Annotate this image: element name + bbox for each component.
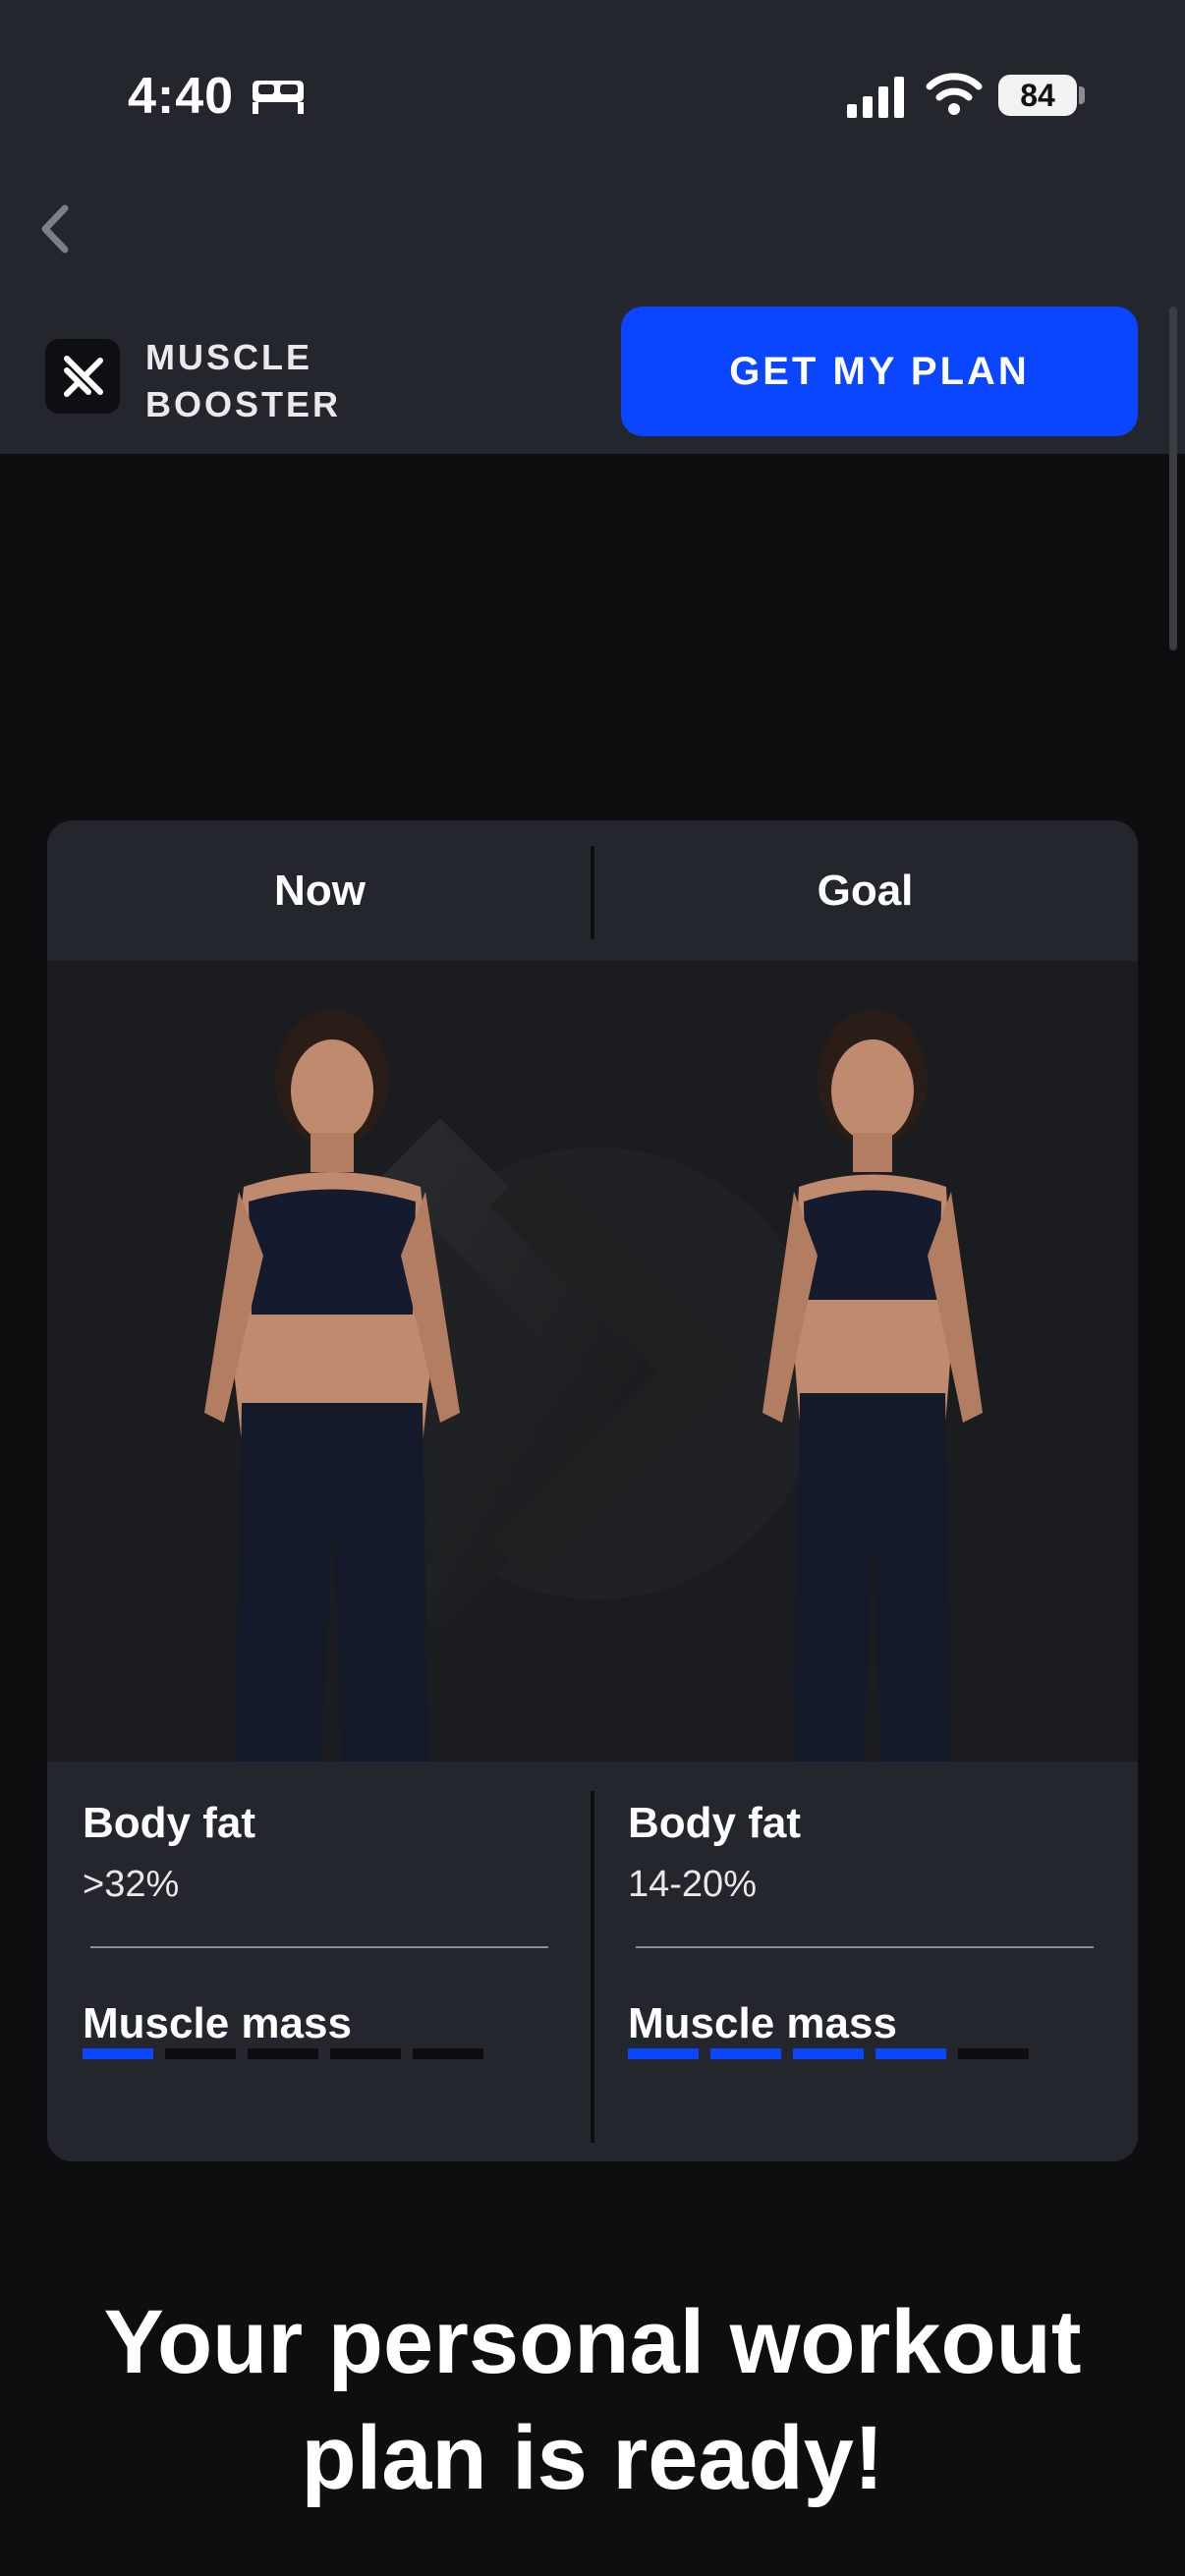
- status-time: 4:40: [128, 68, 235, 125]
- now-label: Now: [274, 866, 366, 915]
- headline-line-2: plan is ready!: [301, 2408, 884, 2508]
- logo-line-1: MUSCLE: [145, 337, 312, 377]
- signal-icon: [847, 77, 904, 118]
- now-figure-image: [204, 1010, 460, 1762]
- now-stat-divider: [90, 1946, 548, 1948]
- get-my-plan-button[interactable]: GET MY PLAN: [621, 307, 1138, 436]
- scrollbar[interactable]: [1169, 307, 1177, 650]
- logo-line-2: BOOSTER: [145, 384, 342, 424]
- goal-stat-divider: [636, 1946, 1094, 1948]
- goal-body-fat-title: Body fat: [628, 1799, 801, 1847]
- back-button[interactable]: [29, 196, 79, 261]
- card-header: Now Goal: [47, 820, 1138, 961]
- logo-text: MUSCLE BOOSTER: [145, 334, 341, 428]
- goal-figure-image: [762, 1010, 983, 1762]
- battery-tip: [1079, 86, 1085, 104]
- now-stats: Body fat >32% Muscle mass: [47, 1762, 592, 2161]
- comparison-card: Now Goal Body fat >32% Muscle mass Body …: [47, 820, 1138, 2161]
- goal-stats: Body fat 14-20% Muscle mass: [592, 1762, 1138, 2161]
- muscle-mass-segment: [875, 2048, 946, 2059]
- headline: Your personal workout plan is ready!: [0, 2284, 1185, 2516]
- now-muscle-mass-title: Muscle mass: [83, 1999, 352, 2047]
- battery-icon: 84: [998, 75, 1077, 116]
- muscle-mass-segment: [248, 2048, 318, 2059]
- stats-panel: Body fat >32% Muscle mass Body fat 14-20…: [47, 1762, 1138, 2161]
- goal-muscle-mass-title: Muscle mass: [628, 1999, 897, 2047]
- goal-label: Goal: [817, 866, 914, 915]
- bed-icon: [253, 81, 304, 114]
- logo-icon: [45, 339, 120, 414]
- before-after-image: [47, 961, 1138, 1762]
- muscle-mass-segment: [165, 2048, 236, 2059]
- chevron-left-icon: [41, 204, 69, 253]
- muscle-mass-segment: [793, 2048, 864, 2059]
- muscle-mass-segment: [83, 2048, 153, 2059]
- headline-line-1: Your personal workout: [103, 2292, 1082, 2392]
- wifi-icon: [926, 73, 983, 115]
- status-bar: 4:40 84: [0, 0, 1185, 187]
- goal-body-fat-value: 14-20%: [628, 1864, 757, 1905]
- muscle-mass-segment: [628, 2048, 699, 2059]
- muscle-mass-segment: [958, 2048, 1029, 2059]
- now-muscle-mass-bars: [83, 2048, 483, 2059]
- now-body-fat-title: Body fat: [83, 1799, 255, 1847]
- goal-muscle-mass-bars: [628, 2048, 1029, 2059]
- muscle-mass-segment: [413, 2048, 483, 2059]
- now-body-fat-value: >32%: [83, 1864, 180, 1905]
- muscle-mass-segment: [330, 2048, 401, 2059]
- muscle-mass-segment: [710, 2048, 781, 2059]
